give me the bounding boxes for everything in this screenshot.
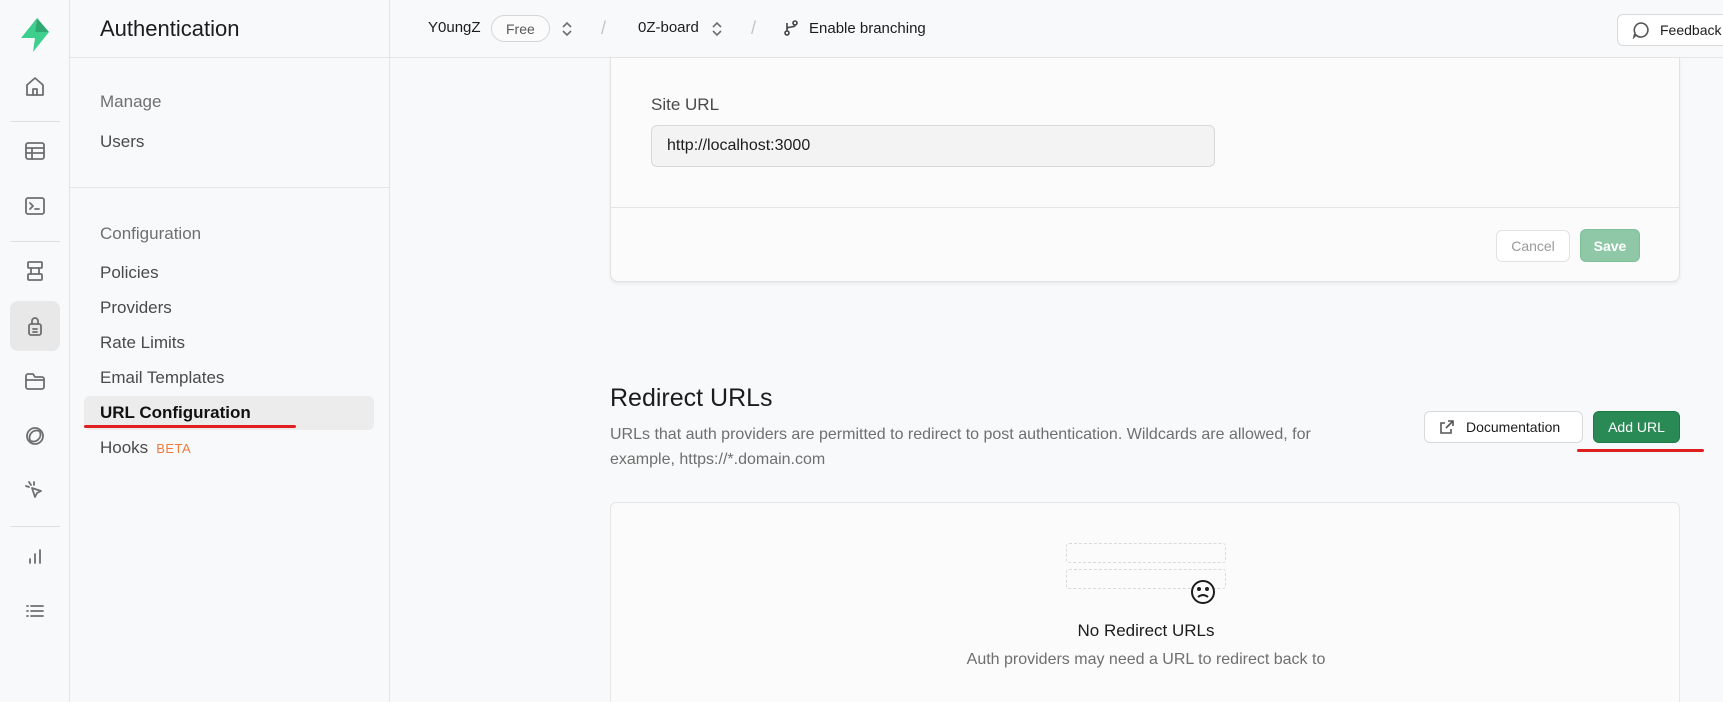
edge-functions-icon[interactable] (10, 466, 60, 516)
empty-state-title: No Redirect URLs (1077, 621, 1215, 640)
sidebar-item-rate-limits[interactable]: Rate Limits (100, 333, 185, 353)
redirect-urls-description: URLs that auth providers are permitted t… (610, 426, 1311, 468)
sad-face-icon (1189, 578, 1217, 606)
git-branch-icon (784, 20, 798, 36)
empty-state-subtitle: Auth providers may need a URL to redirec… (966, 651, 1326, 668)
breadcrumb-separator: / (601, 18, 607, 38)
redirect-urls-empty-state: No Redirect URLs Auth providers may need… (610, 502, 1680, 702)
auth-icon[interactable] (10, 301, 60, 351)
rail-divider (10, 241, 60, 242)
reports-icon[interactable] (10, 531, 60, 581)
sidebar-item-providers[interactable]: Providers (100, 298, 172, 318)
sidebar-title: Authentication (100, 16, 240, 41)
org-name[interactable]: Y0ungZ (428, 19, 481, 36)
annotation-underline (1577, 449, 1704, 452)
supabase-logo-icon[interactable] (18, 17, 52, 53)
rail-divider (10, 526, 60, 527)
group-label-configuration: Configuration (100, 224, 202, 243)
project-name[interactable]: 0Z-board (638, 19, 699, 36)
top-bar: Y0ungZ Free / 0Z-board / Enable branchin… (390, 0, 1723, 58)
sidebar-item-users[interactable]: Users (100, 132, 144, 152)
feedback-button[interactable]: Feedback (1617, 14, 1723, 46)
storage-icon[interactable] (10, 356, 60, 406)
external-link-icon (1440, 420, 1454, 434)
site-url-card: Site URL http://localhost:3000 Cancel Sa… (610, 58, 1680, 282)
group-label-manage: Manage (100, 92, 162, 111)
hooks-label: Hooks (100, 438, 149, 457)
documentation-label: Documentation (1466, 419, 1561, 435)
home-icon[interactable] (10, 62, 60, 112)
sidebar-item-url-configuration[interactable]: URL Configuration (100, 403, 251, 423)
breadcrumb-separator: / (751, 18, 757, 38)
sidebar-item-hooks[interactable]: Hooks BETA (100, 438, 191, 458)
enable-branching-label: Enable branching (809, 19, 926, 37)
sidebar-item-email-templates[interactable]: Email Templates (100, 368, 224, 388)
cancel-button[interactable]: Cancel (1496, 230, 1570, 262)
chat-bubble-icon (1632, 22, 1649, 39)
card-footer-divider (611, 207, 1679, 208)
beta-badge: BETA (156, 441, 192, 456)
icon-rail (0, 0, 70, 702)
auth-sidebar: Authentication Manage Users Configuratio… (70, 0, 390, 702)
documentation-button[interactable]: Documentation (1424, 411, 1583, 443)
sidebar-header: Authentication (70, 0, 390, 58)
app-window: Authentication Manage Users Configuratio… (0, 0, 1723, 702)
realtime-icon[interactable] (10, 411, 60, 461)
feedback-label: Feedback (1660, 22, 1722, 38)
redirect-urls-title: Redirect URLs (610, 384, 773, 412)
add-url-button[interactable]: Add URL (1593, 411, 1680, 443)
placeholder-row (1066, 543, 1226, 563)
project-switcher-chevron-icon[interactable] (710, 19, 724, 39)
table-editor-icon[interactable] (10, 126, 60, 176)
org-switcher-chevron-icon[interactable] (560, 19, 574, 39)
sql-editor-icon[interactable] (10, 181, 60, 231)
site-url-input[interactable]: http://localhost:3000 (651, 125, 1215, 167)
save-button[interactable]: Save (1580, 229, 1640, 262)
plan-badge: Free (491, 15, 550, 42)
rail-divider (10, 121, 60, 122)
sidebar-divider (70, 187, 390, 188)
sidebar-item-policies[interactable]: Policies (100, 263, 159, 283)
annotation-underline (84, 425, 296, 428)
site-url-label: Site URL (651, 95, 720, 114)
database-icon[interactable] (10, 246, 60, 296)
enable-branching-button[interactable]: Enable branching (782, 19, 926, 37)
logs-icon[interactable] (10, 586, 60, 636)
